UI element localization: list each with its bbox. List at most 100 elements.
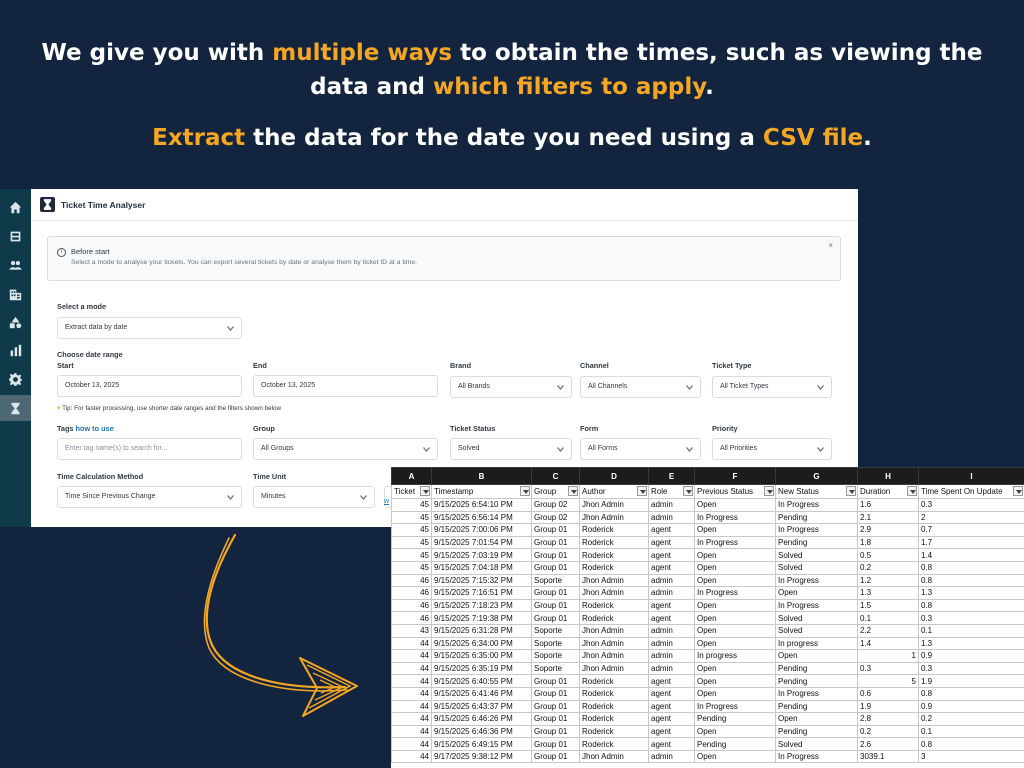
table-cell[interactable]: 2.8 <box>857 712 919 726</box>
table-cell[interactable]: 9/15/2025 6:40:55 PM <box>431 674 532 688</box>
table-cell[interactable]: 9/15/2025 6:35:00 PM <box>431 649 532 663</box>
table-cell[interactable]: In Progress <box>775 598 858 613</box>
table-cell[interactable]: 45 <box>391 560 432 575</box>
table-cell[interactable]: Roderick <box>579 548 649 562</box>
end-date-input[interactable]: October 13, 2025 <box>253 375 438 397</box>
table-cell[interactable]: 1.9 <box>918 674 1024 688</box>
table-cell[interactable]: 0.9 <box>918 649 1024 663</box>
table-cell[interactable]: Soporte <box>531 623 580 638</box>
group-select[interactable]: All Groups <box>253 438 438 460</box>
table-cell[interactable]: 3039.1 <box>857 749 919 764</box>
table-cell[interactable]: 9/15/2025 6:54:10 PM <box>431 498 532 512</box>
table-cell[interactable]: 44 <box>391 724 432 739</box>
table-cell[interactable]: 0.3 <box>857 661 919 676</box>
table-cell[interactable]: 44 <box>391 649 432 663</box>
table-cell[interactable]: 9/15/2025 6:43:37 PM <box>431 699 532 714</box>
shapes-icon[interactable] <box>6 313 24 331</box>
table-cell[interactable]: 1.8 <box>857 535 919 550</box>
table-cell[interactable]: In Progress <box>775 498 858 512</box>
table-cell[interactable]: 9/15/2025 7:16:51 PM <box>431 586 532 600</box>
table-cell[interactable]: Open <box>694 623 776 638</box>
table-cell[interactable]: 0.2 <box>857 560 919 575</box>
table-cell[interactable]: 9/15/2025 6:35:19 PM <box>431 661 532 676</box>
table-cell[interactable]: Open <box>694 686 776 701</box>
table-cell[interactable]: In Progress <box>775 523 858 537</box>
table-cell[interactable]: Open <box>694 636 776 651</box>
table-cell[interactable]: Jhon Admin <box>579 661 649 676</box>
table-cell[interactable]: 0.8 <box>918 686 1024 701</box>
table-cell[interactable]: Open <box>694 661 776 676</box>
table-cell[interactable]: 9/15/2025 6:41:46 PM <box>431 686 532 701</box>
ticket-type-select[interactable]: All Ticket Types <box>712 376 832 398</box>
table-cell[interactable]: Open <box>694 674 776 688</box>
filter-dropdown-icon[interactable] <box>520 486 530 496</box>
table-cell[interactable]: agent <box>648 598 695 613</box>
table-cell[interactable]: 44 <box>391 686 432 701</box>
table-cell[interactable]: Solved <box>775 611 858 625</box>
table-cell[interactable]: 2.9 <box>857 523 919 537</box>
cut-off-link[interactable]: w <box>384 498 389 505</box>
table-cell[interactable]: agent <box>648 724 695 739</box>
table-cell[interactable]: Open <box>694 724 776 739</box>
filter-dropdown-icon[interactable] <box>420 486 430 496</box>
table-cell[interactable]: Group 01 <box>531 699 580 714</box>
table-cell[interactable]: Pending <box>775 535 858 550</box>
table-cell[interactable]: agent <box>648 686 695 701</box>
table-cell[interactable]: 9/15/2025 6:46:26 PM <box>431 712 532 726</box>
table-cell[interactable]: admin <box>648 573 695 588</box>
table-cell[interactable]: 45 <box>391 523 432 537</box>
table-cell[interactable]: Soporte <box>531 636 580 651</box>
table-cell[interactable]: Open <box>694 498 776 512</box>
table-cell[interactable]: Open <box>775 649 858 663</box>
table-cell[interactable]: 45 <box>391 548 432 562</box>
table-cell[interactable]: Solved <box>775 623 858 638</box>
table-cell[interactable]: Pending <box>775 699 858 714</box>
table-cell[interactable]: Jhon Admin <box>579 636 649 651</box>
table-cell[interactable]: 1.4 <box>857 636 919 651</box>
table-cell[interactable]: Pending <box>775 510 858 525</box>
table-cell[interactable]: Group 01 <box>531 523 580 537</box>
table-cell[interactable]: admin <box>648 661 695 676</box>
column-letter[interactable]: D <box>579 467 649 485</box>
table-cell[interactable]: Roderick <box>579 686 649 701</box>
column-letter[interactable]: E <box>648 467 695 485</box>
table-cell[interactable]: Group 01 <box>531 535 580 550</box>
filter-dropdown-icon[interactable] <box>683 486 693 496</box>
table-cell[interactable]: 45 <box>391 535 432 550</box>
how-to-use-link[interactable]: how to use <box>76 424 114 433</box>
time-unit-select[interactable]: Minutes <box>253 486 375 508</box>
table-cell[interactable]: Open <box>694 749 776 764</box>
table-cell[interactable]: agent <box>648 611 695 625</box>
table-cell[interactable]: Pending <box>775 724 858 739</box>
table-cell[interactable]: 0.8 <box>918 737 1024 751</box>
table-cell[interactable]: Group 01 <box>531 737 580 751</box>
table-cell[interactable]: Jhon Admin <box>579 498 649 512</box>
brand-select[interactable]: All Brands <box>450 376 572 398</box>
table-cell[interactable]: 0.7 <box>918 523 1024 537</box>
table-cell[interactable]: agent <box>648 535 695 550</box>
table-cell[interactable]: 2.6 <box>857 737 919 751</box>
table-cell[interactable]: 46 <box>391 586 432 600</box>
table-cell[interactable]: Open <box>775 586 858 600</box>
table-cell[interactable]: Group 01 <box>531 674 580 688</box>
hourglass-icon[interactable] <box>0 395 31 421</box>
table-cell[interactable]: In Progress <box>694 586 776 600</box>
table-cell[interactable]: Roderick <box>579 598 649 613</box>
table-cell[interactable]: 9/15/2025 6:34:00 PM <box>431 636 532 651</box>
table-cell[interactable]: 9/17/2025 9:38:12 PM <box>431 749 532 764</box>
table-cell[interactable]: 0.2 <box>857 724 919 739</box>
filter-dropdown-icon[interactable] <box>846 486 856 496</box>
table-cell[interactable]: admin <box>648 498 695 512</box>
table-cell[interactable]: 1.2 <box>857 573 919 588</box>
table-cell[interactable]: 9/15/2025 7:03:19 PM <box>431 548 532 562</box>
column-letter[interactable]: H <box>857 467 919 485</box>
table-cell[interactable]: 9/15/2025 7:00:06 PM <box>431 523 532 537</box>
table-cell[interactable]: Jhon Admin <box>579 649 649 663</box>
table-cell[interactable]: Group 01 <box>531 560 580 575</box>
table-cell[interactable]: Pending <box>775 661 858 676</box>
table-cell[interactable]: Roderick <box>579 699 649 714</box>
table-cell[interactable]: admin <box>648 586 695 600</box>
table-cell[interactable]: Soporte <box>531 573 580 588</box>
table-cell[interactable]: 1.5 <box>857 598 919 613</box>
priority-select[interactable]: All Priorities <box>712 438 832 460</box>
